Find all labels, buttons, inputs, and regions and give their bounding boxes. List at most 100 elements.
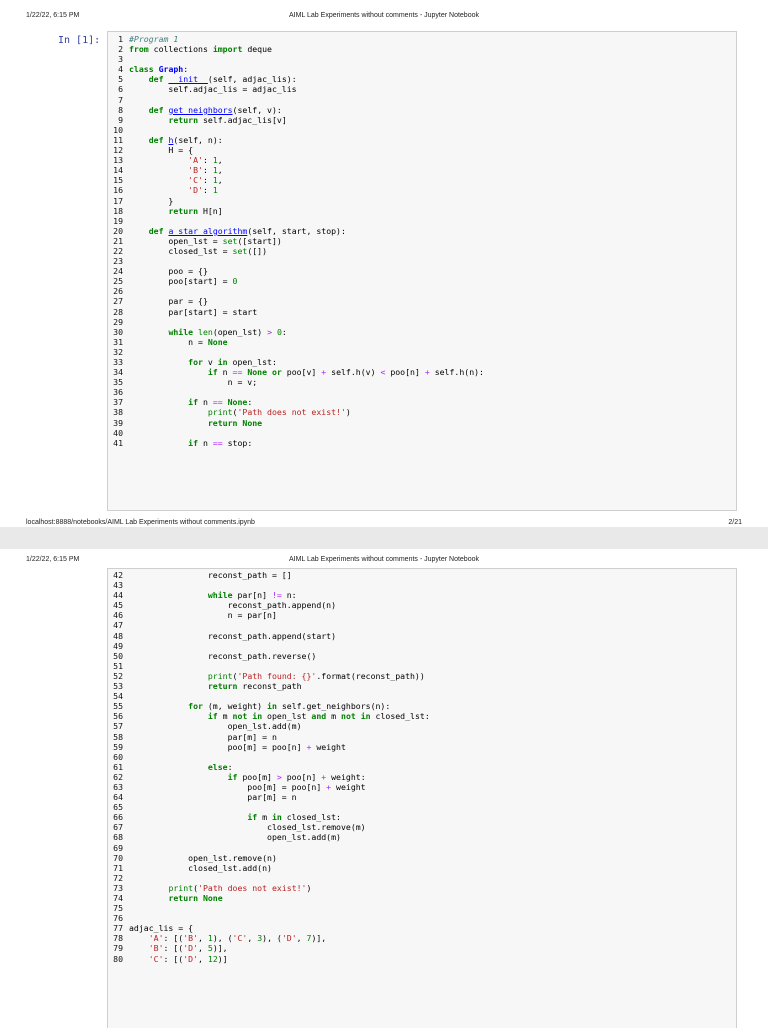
code-text: 'C': 1,	[188, 175, 223, 186]
line-number: 21	[113, 235, 123, 246]
code-text: return None	[168, 893, 223, 903]
code-line: 31 n = None	[108, 337, 738, 347]
line-number: 19	[113, 215, 123, 226]
code-editor[interactable]: 1 #Program 1 2 from collections import dequ…	[108, 34, 738, 448]
line-number: 52	[113, 670, 123, 681]
code-line: 64 par[m] = n	[108, 792, 738, 802]
code-text: n = None	[129, 336, 228, 347]
code-text: self.adjac_lis = adjac_lis	[129, 84, 297, 95]
code-text: if n == stop:	[188, 437, 253, 448]
code-text: while len(open_lst) > 0:	[168, 326, 287, 337]
code-text: par[m] = n	[129, 731, 277, 742]
line-number: 14	[113, 165, 123, 176]
code-text: print('Path does not exist!')	[207, 407, 351, 418]
code-line: 45 reconst_path.append(n)	[108, 600, 738, 610]
line-number: 58	[113, 731, 123, 742]
line-number: 26	[113, 286, 123, 297]
code-text: 'B': 1,	[188, 165, 223, 176]
line-number: 62	[113, 771, 123, 782]
line-number: 32	[113, 346, 123, 357]
line-number: 76	[113, 913, 123, 924]
line-number: 57	[113, 721, 123, 732]
code-text: poo[m] = poo[n] + weight	[129, 741, 346, 752]
code-text: reconst_path = []	[129, 570, 292, 580]
code-text: par[m] = n	[129, 792, 297, 803]
line-number: 4	[118, 64, 123, 75]
code-line: 47	[108, 620, 738, 630]
code-text: closed_lst.remove(m)	[129, 822, 366, 833]
line-number: 25	[113, 276, 123, 287]
line-number: 71	[113, 862, 123, 873]
code-line: 14 'B': 1,	[108, 165, 738, 175]
code-line: 62 if poo[m] > poo[n] + weight:	[108, 772, 738, 782]
line-number: 47	[113, 620, 123, 631]
line-number: 64	[113, 792, 123, 803]
code-line: 12 H = {	[108, 145, 738, 155]
line-number: 24	[113, 266, 123, 277]
code-line: 42 reconst_path = []	[108, 570, 738, 580]
code-text: 'C': [('D', 12)]	[148, 953, 228, 964]
line-number: 11	[113, 134, 123, 145]
line-number: 72	[113, 872, 123, 883]
code-line: 2 from collections import deque	[108, 44, 738, 54]
line-number: 12	[113, 145, 123, 156]
line-number: 44	[113, 590, 123, 601]
code-line: 48 reconst_path.append(start)	[108, 631, 738, 641]
line-number: 70	[113, 852, 123, 863]
code-line: 63 poo[m] = poo[n] + weight	[108, 782, 738, 792]
code-line: 76	[108, 913, 738, 923]
code-text: from collections import deque	[129, 44, 272, 55]
line-number: 77	[113, 923, 123, 934]
code-cell[interactable]: 1 #Program 1 2 from collections import dequ…	[107, 31, 737, 511]
code-text: open_lst.remove(n)	[129, 852, 277, 863]
code-text: open_lst = set([start])	[129, 235, 282, 246]
code-line: 24 poo = {}	[108, 266, 738, 276]
code-line: 44 while par[n] != n:	[108, 590, 738, 600]
code-line: 28 par[start] = start	[108, 307, 738, 317]
line-number: 35	[113, 377, 123, 388]
code-text: for (m, weight) in self.get_neighbors(n)…	[188, 701, 391, 712]
cell-prompt: In [1]:	[58, 35, 101, 46]
line-number: 23	[113, 256, 123, 267]
code-line: 56 if m not in open_lst and m not in clo…	[108, 711, 738, 721]
code-line: 15 'C': 1,	[108, 175, 738, 185]
line-number: 51	[113, 660, 123, 671]
line-number: 6	[118, 84, 123, 95]
code-line: 52 print('Path found: {}'.format(reconst…	[108, 671, 738, 681]
code-line: 25 poo[start] = 0	[108, 276, 738, 286]
code-line: 74 return None	[108, 893, 738, 903]
code-line: 1 #Program 1	[108, 34, 738, 44]
code-line: 66 if m in closed_lst:	[108, 812, 738, 822]
line-number: 1	[118, 34, 123, 44]
code-line: 37 if n == None:	[108, 397, 738, 407]
line-number: 69	[113, 842, 123, 853]
code-text: def __init__(self, adjac_lis):	[148, 74, 297, 85]
code-line: 46 n = par[n]	[108, 610, 738, 620]
code-line: 69	[108, 843, 738, 853]
code-text: adjac_lis = {	[129, 923, 194, 934]
code-line: 77 adjac_lis = {	[108, 923, 738, 933]
line-number: 67	[113, 822, 123, 833]
code-text: closed_lst.add(n)	[129, 862, 272, 873]
line-number: 42	[113, 570, 123, 580]
line-number: 79	[113, 943, 123, 954]
code-text: def h(self, n):	[148, 134, 223, 145]
line-number: 20	[113, 225, 123, 236]
code-line: 73 print('Path does not exist!')	[108, 883, 738, 893]
code-line: 32	[108, 347, 738, 357]
line-number: 7	[118, 94, 123, 105]
code-text: 'A': 1,	[188, 155, 223, 166]
line-number: 43	[113, 580, 123, 591]
code-line: 79 'B': [('D', 5)],	[108, 943, 738, 953]
line-number: 39	[113, 417, 123, 428]
code-line: 51	[108, 661, 738, 671]
line-number: 41	[113, 437, 123, 448]
code-line: 38 print('Path does not exist!')	[108, 407, 738, 417]
code-line: 40	[108, 428, 738, 438]
code-line: 75	[108, 903, 738, 913]
line-number: 55	[113, 701, 123, 712]
code-editor[interactable]: 42 reconst_path = [] 43 44 while par[n] !=…	[108, 570, 738, 964]
code-text: par[start] = start	[129, 306, 258, 317]
code-cell-continued[interactable]: 42 reconst_path = [] 43 44 while par[n] !=…	[107, 568, 737, 1028]
code-line: 67 closed_lst.remove(m)	[108, 822, 738, 832]
